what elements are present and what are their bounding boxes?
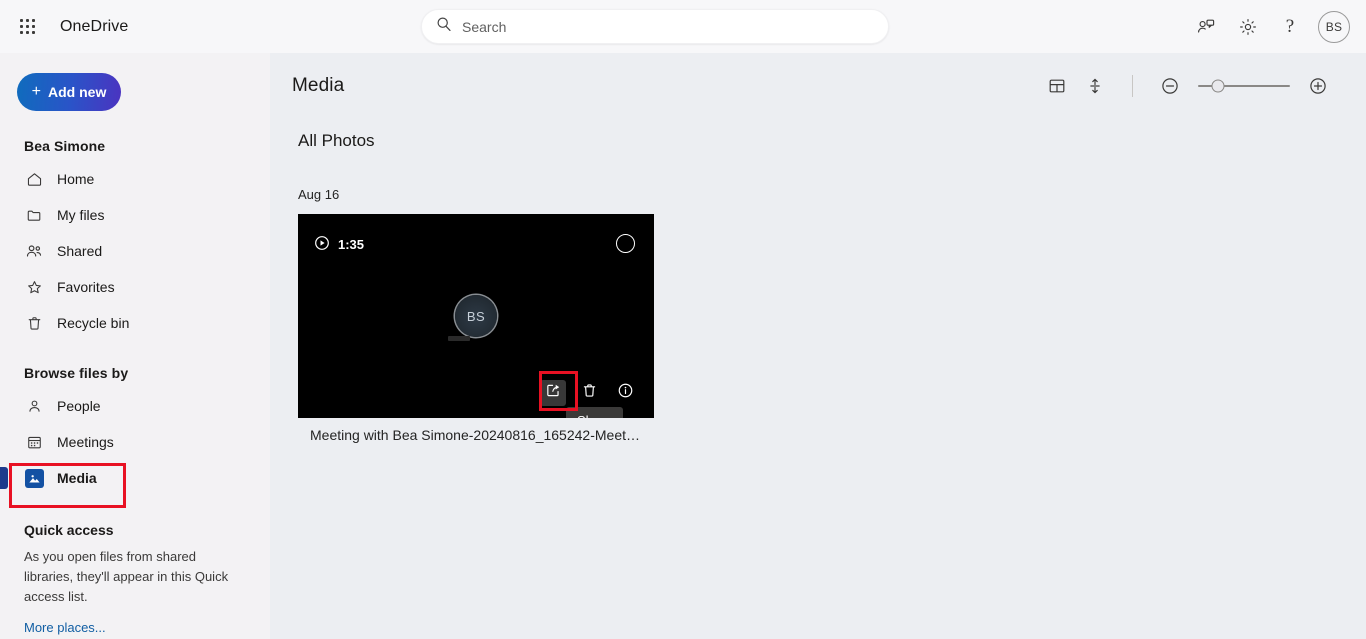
video-name-bar bbox=[448, 336, 470, 341]
section-title: All Photos bbox=[298, 131, 375, 150]
gear-icon[interactable] bbox=[1230, 9, 1266, 45]
sidebar-item-label: People bbox=[57, 398, 101, 414]
tile-action-delete[interactable] bbox=[576, 380, 602, 406]
tile-layout-icon[interactable] bbox=[1039, 68, 1075, 104]
page-title: Media bbox=[292, 75, 345, 96]
tile-action-share[interactable] bbox=[540, 380, 566, 406]
meet-now-icon[interactable] bbox=[1188, 9, 1224, 45]
help-question-icon[interactable]: ? bbox=[1272, 9, 1308, 45]
browse-files-by-heading: Browse files by bbox=[24, 365, 129, 381]
avatar[interactable]: BS bbox=[1318, 10, 1350, 43]
sidebar-item-label: My files bbox=[57, 207, 105, 223]
sidebar-item-label: Shared bbox=[57, 243, 103, 259]
main-header: Media bbox=[270, 53, 1366, 119]
search-container bbox=[421, 9, 889, 44]
search-input[interactable] bbox=[462, 18, 874, 35]
tile-action-bar bbox=[540, 380, 638, 406]
onedrive-app: OneDrive Search ? BS + Add new Bea Simon… bbox=[0, 0, 1366, 639]
duration-text: 1:35 bbox=[338, 237, 365, 252]
calendar-icon bbox=[24, 432, 44, 452]
add-new-button[interactable]: + Add new bbox=[17, 73, 121, 111]
folder-icon bbox=[24, 205, 44, 225]
primary-nav-list: Home My files Shared Favorites Recycle b… bbox=[0, 161, 270, 341]
share-icon bbox=[545, 382, 562, 404]
quick-access-heading: Quick access bbox=[24, 522, 114, 538]
sidebar: + Add new Bea Simone Home My files Share… bbox=[0, 53, 270, 639]
brand-title[interactable]: OneDrive bbox=[60, 18, 128, 36]
video-avatar-initials: BS bbox=[466, 308, 486, 324]
people-icon bbox=[24, 241, 44, 261]
trash-icon bbox=[24, 313, 44, 333]
date-group-label: Aug 16 bbox=[298, 187, 340, 202]
video-thumbnail[interactable]: 1:35 BS bbox=[298, 214, 654, 418]
media-image-icon bbox=[24, 468, 44, 488]
header-actions: ? BS bbox=[1188, 9, 1350, 45]
zoom-slider[interactable] bbox=[1198, 79, 1290, 93]
sidebar-item-label: Media bbox=[57, 470, 97, 486]
share-tooltip: Share bbox=[566, 407, 623, 418]
sidebar-item-label: Favorites bbox=[57, 279, 115, 295]
sidebar-item-recycle-bin[interactable]: Recycle bin bbox=[0, 305, 270, 341]
sidebar-item-people[interactable]: People bbox=[0, 388, 270, 424]
more-places-link[interactable]: More places... bbox=[0, 620, 106, 635]
add-new-label: Add new bbox=[48, 84, 107, 100]
top-header-bar: OneDrive Search ? BS bbox=[0, 0, 1366, 53]
quick-access-text: As you open files from shared libraries,… bbox=[24, 549, 229, 605]
trash-icon bbox=[581, 382, 598, 404]
help-glyph: ? bbox=[1285, 16, 1295, 37]
sidebar-item-label: Home bbox=[57, 171, 95, 187]
media-grid: 1:35 BS Meeting with Bea Simone-20240816… bbox=[270, 202, 1366, 443]
app-launcher-icon[interactable] bbox=[10, 10, 44, 44]
account-name: Bea Simone bbox=[24, 138, 106, 154]
sidebar-item-meetings[interactable]: Meetings bbox=[0, 424, 270, 460]
person-icon bbox=[24, 396, 44, 416]
view-toolbar bbox=[1039, 68, 1336, 104]
selection-circle-icon[interactable] bbox=[616, 234, 635, 253]
app-body: + Add new Bea Simone Home My files Share… bbox=[0, 53, 1366, 639]
search-icon bbox=[436, 16, 452, 37]
sidebar-item-media[interactable]: Media bbox=[0, 460, 270, 496]
sidebar-item-my-files[interactable]: My files bbox=[0, 197, 270, 233]
zoom-slider-thumb[interactable] bbox=[1211, 79, 1225, 93]
sidebar-item-shared[interactable]: Shared bbox=[0, 233, 270, 269]
sidebar-item-home[interactable]: Home bbox=[0, 161, 270, 197]
browse-nav-list: People Meetings Media bbox=[0, 388, 270, 496]
duration-badge: 1:35 bbox=[314, 235, 364, 254]
zoom-control bbox=[1152, 68, 1336, 104]
video-center-avatar: BS bbox=[455, 295, 497, 337]
main-content: Media All Photos Aug 16 1:35 BS Meeting … bbox=[270, 53, 1366, 639]
plus-icon: + bbox=[31, 82, 41, 100]
sidebar-item-label: Recycle bin bbox=[57, 315, 130, 331]
info-icon bbox=[617, 382, 634, 404]
expand-vertical-icon[interactable] bbox=[1077, 68, 1113, 104]
tile-action-info[interactable] bbox=[612, 380, 638, 406]
home-icon bbox=[24, 169, 44, 189]
zoom-out-circle-icon[interactable] bbox=[1152, 68, 1188, 104]
play-circle-icon bbox=[314, 235, 330, 254]
tile-file-name: Meeting with Bea Simone-20240816_165242-… bbox=[310, 427, 642, 443]
star-icon bbox=[24, 277, 44, 297]
sidebar-item-favorites[interactable]: Favorites bbox=[0, 269, 270, 305]
zoom-in-circle-icon[interactable] bbox=[1300, 68, 1336, 104]
sidebar-item-label: Meetings bbox=[57, 434, 114, 450]
selection-indicator bbox=[0, 467, 8, 489]
toolbar-divider bbox=[1132, 75, 1133, 97]
media-tile[interactable]: 1:35 BS Meeting with Bea Simone-20240816… bbox=[298, 214, 654, 443]
search-box[interactable] bbox=[421, 9, 889, 44]
